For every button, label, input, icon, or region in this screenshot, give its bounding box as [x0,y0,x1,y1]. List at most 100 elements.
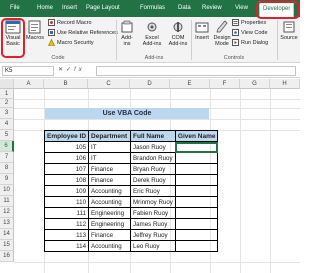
tab-page-layout[interactable]: Page Layout [86,0,120,17]
given-name-cell[interactable] [174,240,219,252]
worksheet-grid[interactable]: A B C D E F G H 1 2 3 4 5 6 7 8 9 10 11 … [0,79,300,273]
source-button[interactable]: Source [279,20,299,41]
given-name-cell[interactable] [174,207,219,219]
department-cell[interactable]: Accounting [88,185,132,197]
header-full-name[interactable]: Full Name [130,130,176,142]
given-name-cell[interactable] [174,163,219,175]
full-name-cell[interactable]: Derek Ruoy [130,174,176,186]
formula-input[interactable] [96,66,296,76]
department-cell[interactable]: Engineering [88,218,132,230]
com-addins-button[interactable]: COM Add-ins [166,20,190,47]
row-header[interactable]: 14 [0,229,14,240]
employee-id-cell[interactable]: 106 [43,152,90,164]
full-name-cell[interactable]: Bryan Ruoy [130,163,176,175]
row-header[interactable]: 11 [0,196,14,207]
row-header[interactable]: 5 [0,130,14,141]
run-dialog-button[interactable]: Run Dialog [232,39,268,47]
select-all-corner[interactable] [0,79,14,89]
ribbon-separator [116,20,117,60]
full-name-cell[interactable]: James Ruoy [130,218,176,230]
row-header[interactable]: 8 [0,163,14,174]
full-name-cell[interactable]: Brandon Ruoy [130,152,176,164]
enter-icon[interactable]: ✓ [66,67,74,73]
given-name-cell[interactable] [174,174,219,186]
row-header[interactable]: 3 [0,108,14,119]
row-header[interactable]: 4 [0,119,14,130]
column-header[interactable]: H [270,79,300,89]
department-cell[interactable]: Accounting [88,240,132,252]
given-name-cell[interactable] [174,196,219,208]
row-header[interactable]: 16 [0,251,14,262]
column-header[interactable]: B [44,79,88,89]
row-header[interactable]: 9 [0,174,14,185]
column-header[interactable]: G [240,79,270,89]
row-header-selected[interactable]: 6 [0,141,14,152]
full-name-cell[interactable]: Mrinmoy Ruoy [130,196,176,208]
tab-home[interactable]: Home [37,0,53,17]
header-given-name[interactable]: Given Name [174,130,219,142]
department-cell[interactable]: Finance [88,163,132,175]
tab-view[interactable]: View [235,0,248,17]
given-name-cell[interactable] [174,229,219,241]
cancel-icon[interactable]: ✕ [58,67,66,73]
row-header[interactable]: 2 [0,99,14,108]
employee-id-cell[interactable]: 114 [43,240,90,252]
record-macro-button[interactable]: Record Macro [48,19,92,27]
department-cell[interactable]: Engineering [88,207,132,219]
full-name-cell[interactable]: Leo Ruoy [130,240,176,252]
given-name-cell[interactable] [174,218,219,230]
row-header[interactable]: 1 [0,89,14,99]
employee-id-cell[interactable]: 107 [43,163,90,175]
department-cell[interactable]: IT [88,141,132,153]
department-cell[interactable]: Finance [88,229,132,241]
employee-id-cell[interactable]: 112 [43,218,90,230]
properties-button[interactable]: Properties [232,19,266,27]
column-header[interactable]: E [170,79,210,89]
macro-security-button[interactable]: Macro Security [48,39,94,47]
addins-button[interactable]: Add-ins [118,20,136,47]
employee-id-cell[interactable]: 110 [43,196,90,208]
tab-review[interactable]: Review [202,0,222,17]
full-name-cell[interactable]: Jeffrey Ruoy [130,229,176,241]
name-box[interactable]: K5 [2,66,54,76]
department-cell[interactable]: IT [88,152,132,164]
full-name-cell[interactable]: Jason Ruoy [130,141,176,153]
employee-id-cell[interactable]: 108 [43,174,90,186]
given-name-cell-active[interactable] [174,141,219,153]
column-header[interactable]: A [14,79,44,89]
macros-button[interactable]: Macros [26,20,44,41]
row-header[interactable]: 13 [0,218,14,229]
tab-file[interactable]: File [10,0,20,17]
header-employee-id[interactable]: Employee ID [43,130,90,142]
department-cell[interactable]: Finance [88,174,132,186]
department-cell[interactable]: Accounting [88,196,132,208]
employee-id-cell[interactable]: 113 [43,229,90,241]
column-header[interactable]: D [130,79,170,89]
tab-formulas[interactable]: Formulas [140,0,165,17]
row-header[interactable]: 10 [0,185,14,196]
tab-insert[interactable]: Insert [62,0,77,17]
excel-addins-button[interactable]: Excel Add-ins [140,20,164,47]
view-code-button[interactable]: View Code [232,29,268,37]
design-mode-button[interactable]: Design Mode [213,20,231,47]
employee-id-cell[interactable]: 109 [43,185,90,197]
relative-references-button[interactable]: Use Relative References [48,29,118,37]
column-header[interactable]: C [88,79,130,89]
given-name-cell[interactable] [174,185,219,197]
row-header[interactable]: 12 [0,207,14,218]
row-header[interactable]: 15 [0,240,14,251]
given-name-cell[interactable] [174,152,219,164]
gridline [240,89,241,273]
column-header[interactable]: F [210,79,240,89]
tab-data[interactable]: Data [178,0,191,17]
fx-label[interactable]: fx [74,67,85,73]
employee-id-cell[interactable]: 105 [43,141,90,153]
full-name-cell[interactable]: Fabien Ruoy [130,207,176,219]
insert-control-button[interactable]: Insert [193,20,211,41]
full-name-cell[interactable]: Eric Ruoy [130,185,176,197]
header-department[interactable]: Department [88,130,132,142]
tab-developer[interactable]: Developer [259,1,295,18]
row-header[interactable]: 7 [0,152,14,163]
visual-basic-button[interactable]: Visual Basic [2,20,24,47]
employee-id-cell[interactable]: 111 [43,207,90,219]
